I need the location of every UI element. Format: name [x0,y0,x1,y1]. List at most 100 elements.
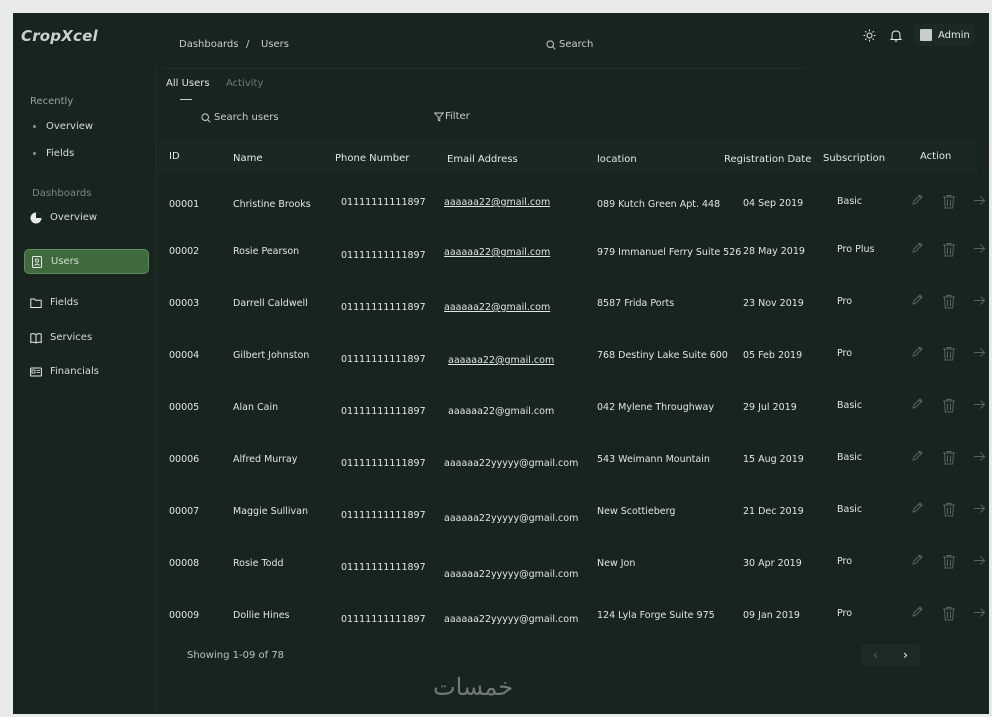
trash-icon[interactable] [942,450,956,465]
table-row: 00009 Dollie Hines 01111111111897 aaaaaa22y… [159,592,986,644]
column-header-location[interactable]: location [597,154,637,165]
trash-icon[interactable] [942,398,956,413]
column-header-subscription[interactable]: Subscription [823,153,885,164]
arrow-right-icon[interactable] [973,194,986,207]
arrow-right-icon[interactable] [973,554,986,567]
breadcrumb-current: Users [261,39,290,50]
cell-phone: 01111111111897 [341,354,426,365]
cell-name: Christine Brooks [233,199,311,210]
sidebar-item-label: Fields [50,297,79,308]
cell-email: aaaaaa22yyyyy@gmail.com [444,614,579,625]
cell-phone: 01111111111897 [341,197,426,208]
cell-email[interactable]: aaaaaa22@gmail.com [444,197,550,208]
cell-subscription: Basic [837,196,863,207]
cell-registration-date: 05 Feb 2019 [743,350,803,361]
arrow-right-icon[interactable] [973,450,986,463]
edit-icon[interactable] [911,501,924,514]
trash-icon[interactable] [942,294,956,309]
arrow-right-icon[interactable] [973,242,986,255]
cell-subscription: Basic [837,400,863,411]
sidebar-item-label: Overview [50,212,98,223]
edit-icon[interactable] [911,605,924,618]
bullet-icon [33,125,36,128]
trash-icon[interactable] [942,502,956,517]
cell-location: 979 Immanuel Ferry Suite 526 [597,247,742,258]
column-header-name[interactable]: Name [233,153,263,164]
trash-icon[interactable] [942,554,956,569]
cell-registration-date: 21 Dec 2019 [743,506,804,517]
trash-icon[interactable] [942,242,956,257]
filter-label: Filter [445,111,470,122]
cell-phone: 01111111111897 [341,510,426,521]
sidebar-item-financials[interactable]: Financials [24,360,147,383]
column-header-phone[interactable]: Phone Number [335,153,409,164]
search-icon [546,39,556,50]
cell-name: Darrell Caldwell [233,298,308,309]
sun-icon[interactable] [863,29,876,42]
trash-icon[interactable] [942,606,956,621]
column-header-id[interactable]: ID [169,151,180,162]
recent-item-fields[interactable]: Fields [33,148,74,159]
arrow-right-icon[interactable] [973,294,986,307]
column-header-registration-date[interactable]: Registration Date [724,154,811,165]
edit-icon[interactable] [911,449,924,462]
cell-subscription: Pro Plus [837,244,875,255]
tab-all-users[interactable]: All Users [166,78,210,89]
cell-phone: 01111111111897 [341,614,426,625]
prev-page-button[interactable]: ‹ [861,644,890,666]
sidebar-item-users[interactable]: Users [24,249,149,274]
sidebar-item-services[interactable]: Services [24,326,147,349]
cell-id: 00002 [169,246,200,257]
breadcrumb-separator: / [246,39,250,50]
tab-activity[interactable]: Activity [226,78,263,89]
breadcrumb-dashboards[interactable]: Dashboards [179,39,238,50]
search-users-input[interactable]: Search users [201,112,279,123]
bell-icon[interactable] [890,29,902,42]
header-search-label: Search [559,39,594,50]
bullet-icon [33,152,36,155]
top-header: Dashboards / Users [163,13,805,69]
divider [156,68,157,714]
cell-name: Gilbert Johnston [233,350,310,361]
cell-id: 00003 [169,298,200,309]
cell-location: 8587 Frida Ports [597,298,675,309]
arrow-right-icon[interactable] [973,398,986,411]
next-page-button[interactable]: › [891,644,920,666]
edit-icon[interactable] [911,397,924,410]
edit-icon[interactable] [911,553,924,566]
cell-subscription: Pro [837,608,853,619]
trash-icon[interactable] [942,194,956,209]
cell-email[interactable]: aaaaaa22@gmail.com [448,355,554,366]
sidebar-item-fields[interactable]: Fields [24,291,147,314]
recent-item-overview[interactable]: Overview [33,121,93,132]
user-menu[interactable]: Admin [913,24,975,46]
cell-registration-date: 28 May 2019 [743,246,805,257]
arrow-right-icon[interactable] [973,346,986,359]
active-tab-indicator [180,99,192,100]
sidebar-item-overview[interactable]: Overview [24,206,147,229]
edit-icon[interactable] [911,241,924,254]
edit-icon[interactable] [911,293,924,306]
trash-icon[interactable] [942,346,956,361]
cell-name: Maggie Sullivan [233,506,309,517]
cell-id: 00006 [169,454,200,465]
cell-name: Rosie Pearson [233,246,300,257]
table-row: 00004 Gilbert Johnston 01111111111897 aaaaa… [159,332,986,384]
filter-icon [434,112,444,122]
table-header: ID Name Phone Number Email Address locat… [159,138,977,174]
cell-email[interactable]: aaaaaa22@gmail.com [444,247,550,258]
book-icon [30,332,42,344]
filter-button[interactable]: Filter [434,111,470,122]
cell-email[interactable]: aaaaaa22@gmail.com [444,302,550,313]
cell-id: 00005 [169,402,200,413]
edit-icon[interactable] [911,193,924,206]
cell-id: 00007 [169,506,200,517]
edit-icon[interactable] [911,345,924,358]
arrow-right-icon[interactable] [973,502,986,515]
column-header-email[interactable]: Email Address [447,154,518,165]
header-search[interactable]: Search [546,39,593,50]
cell-subscription: Basic [837,452,863,463]
sidebar: CropXcel Recently Overview Fields Dashbo… [13,13,156,714]
arrow-right-icon[interactable] [973,606,986,619]
recently-title: Recently [30,96,74,107]
